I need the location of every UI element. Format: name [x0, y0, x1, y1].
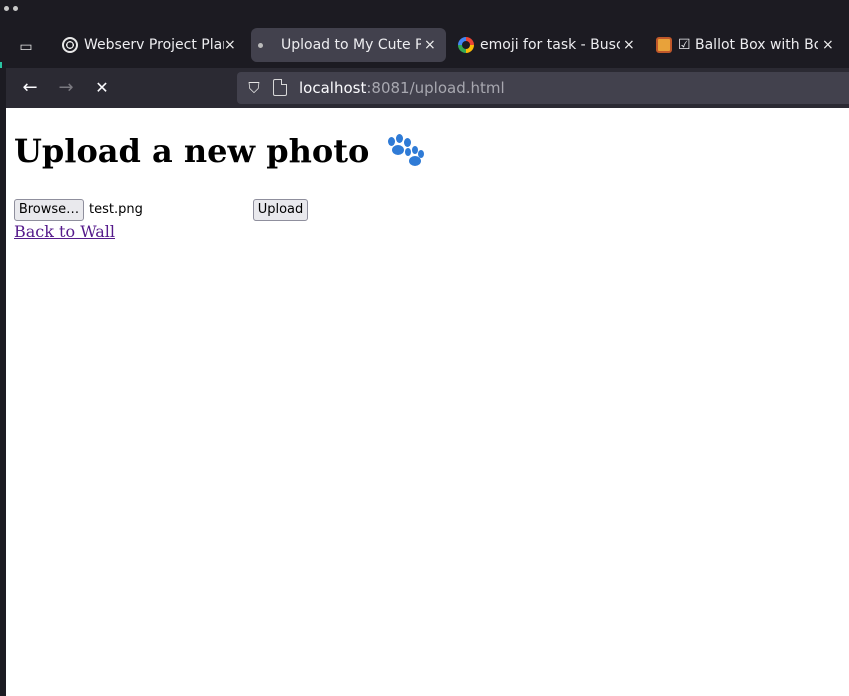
openai-icon [62, 37, 78, 53]
tab-bar: ▭ Webserv Project Plan × Upload to My Cu… [0, 24, 849, 78]
browse-button[interactable]: Browse… [14, 199, 84, 221]
page-title: Upload a new photo [14, 132, 426, 170]
close-icon[interactable]: × [822, 28, 834, 62]
back-arrow-icon[interactable]: ← [18, 76, 42, 100]
tab-title: emoji for task - Busca [480, 37, 620, 53]
loading-dot-icon [258, 43, 263, 48]
tab-title: Upload to My Cute Ph [281, 37, 421, 53]
emoji-site-icon [656, 37, 672, 53]
url-bar[interactable]: ⛉ localhost:8081/upload.html [237, 72, 849, 104]
close-icon[interactable]: × [424, 28, 436, 62]
page-content: Upload a new photo Browse… test.png Uplo… [6, 108, 849, 696]
back-to-wall-link[interactable]: Back to Wall [14, 222, 115, 241]
paw-prints-icon [386, 134, 426, 166]
tab-title: ☑ Ballot Box with Bol [678, 37, 818, 53]
url-text[interactable]: localhost:8081/upload.html [299, 72, 505, 104]
page-info-icon[interactable] [273, 79, 287, 96]
page-title-text: Upload a new photo [14, 132, 370, 170]
tab-overview-icon[interactable]: ▭ [14, 36, 38, 58]
tab-webserv-project-plan[interactable]: Webserv Project Plan × [54, 28, 244, 62]
navigation-toolbar: ← → ✕ ⛉ localhost:8081/upload.html [6, 68, 849, 108]
url-path: :8081/upload.html [366, 79, 505, 97]
stop-icon[interactable]: ✕ [90, 76, 114, 100]
close-icon[interactable]: × [623, 28, 635, 62]
close-icon[interactable]: × [224, 28, 236, 62]
window-top-strip [0, 0, 849, 24]
window-control-dot[interactable] [13, 6, 18, 11]
tab-title: Webserv Project Plan [84, 37, 224, 53]
tab-ballot-box[interactable]: ☑ Ballot Box with Bol × [648, 28, 849, 62]
tab-emoji-search[interactable]: emoji for task - Busca × [450, 28, 645, 62]
url-host: localhost [299, 79, 367, 97]
selected-file-name: test.png [89, 202, 143, 217]
window-control-dot[interactable] [4, 6, 9, 11]
shield-icon[interactable]: ⛉ [245, 78, 263, 98]
upload-button[interactable]: Upload [253, 199, 308, 221]
google-icon [458, 37, 474, 53]
tab-upload-photo[interactable]: Upload to My Cute Ph × [251, 28, 446, 62]
forward-arrow-icon[interactable]: → [54, 76, 78, 100]
